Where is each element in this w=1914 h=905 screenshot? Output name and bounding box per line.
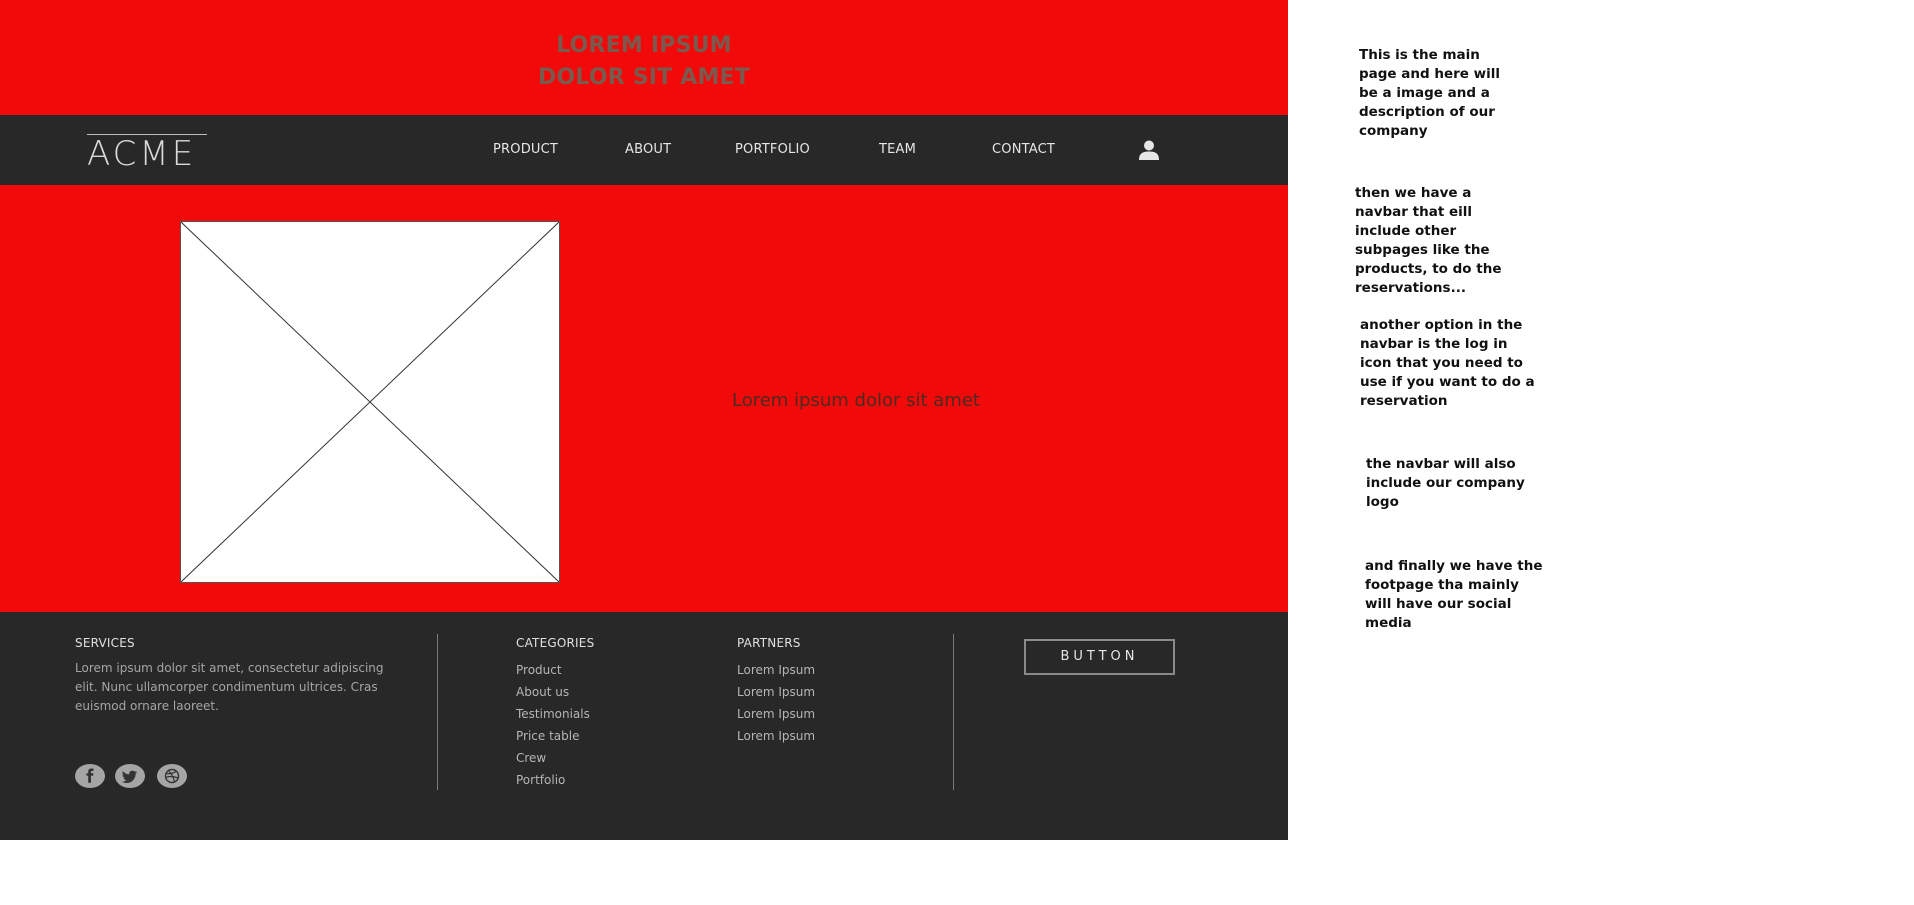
annotation-note-main-page: This is the main page and here will be a… xyxy=(1359,47,1501,139)
categories-heading: CATEGORIES xyxy=(516,636,595,650)
annotation-note-login: another option in the navbar is the log … xyxy=(1360,317,1535,409)
twitter-icon[interactable] xyxy=(115,764,145,788)
nav-item-product[interactable]: PRODUCT xyxy=(493,142,558,157)
user-icon[interactable] xyxy=(1138,139,1160,161)
category-link-portfolio[interactable]: Portfolio xyxy=(516,769,590,791)
annotation-note-logo: the navbar will also include our company… xyxy=(1366,456,1525,510)
annotation-note-footer: and finally we have the footpage tha mai… xyxy=(1365,558,1543,631)
footer-divider-left xyxy=(437,634,438,790)
partners-heading: PARTNERS xyxy=(737,636,801,650)
category-link-price-table[interactable]: Price table xyxy=(516,725,590,747)
nav-item-portfolio[interactable]: PORTFOLIO xyxy=(735,142,810,157)
services-heading: SERVICES xyxy=(75,636,135,650)
nav-item-contact[interactable]: CONTACT xyxy=(992,142,1055,157)
banner-title-line2: DOLOR SIT AMET xyxy=(538,65,750,90)
services-description: Lorem ipsum dolor sit amet, consectetur … xyxy=(75,661,384,713)
category-link-about-us[interactable]: About us xyxy=(516,681,590,703)
banner-title: LOREM IPSUM DOLOR SIT AMET xyxy=(444,30,844,94)
nav-item-team[interactable]: TEAM xyxy=(879,142,916,157)
categories-list: Product About us Testimonials Price tabl… xyxy=(516,659,590,791)
logo-text: ACME xyxy=(87,134,197,174)
category-link-crew[interactable]: Crew xyxy=(516,747,590,769)
partner-link[interactable]: Lorem Ipsum xyxy=(737,659,815,681)
category-link-testimonials[interactable]: Testimonials xyxy=(516,703,590,725)
banner-title-line1: LOREM IPSUM xyxy=(556,33,732,58)
top-banner: LOREM IPSUM DOLOR SIT AMET xyxy=(0,0,1288,115)
footer: SERVICES Lorem ipsum dolor sit amet, con… xyxy=(0,612,1288,840)
partner-link[interactable]: Lorem Ipsum xyxy=(737,703,815,725)
partners-list: Lorem Ipsum Lorem Ipsum Lorem Ipsum Lore… xyxy=(737,659,815,747)
partner-link[interactable]: Lorem Ipsum xyxy=(737,725,815,747)
nav-item-about[interactable]: ABOUT xyxy=(625,142,671,157)
annotation-note-navbar: then we have a navbar that eill include … xyxy=(1355,185,1502,296)
hero-description: Lorem ipsum dolor sit amet xyxy=(732,390,980,411)
footer-button[interactable]: BUTTON xyxy=(1024,639,1175,675)
dribbble-icon[interactable] xyxy=(157,764,187,788)
facebook-icon[interactable] xyxy=(75,764,105,788)
partner-link[interactable]: Lorem Ipsum xyxy=(737,681,815,703)
image-placeholder-icon xyxy=(180,221,560,583)
wireframe-page: LOREM IPSUM DOLOR SIT AMET ACME PRODUCT … xyxy=(0,0,1288,840)
company-logo[interactable]: ACME xyxy=(87,134,207,172)
navbar: ACME PRODUCT ABOUT PORTFOLIO TEAM CONTAC… xyxy=(0,115,1288,185)
category-link-product[interactable]: Product xyxy=(516,659,590,681)
footer-divider-right xyxy=(953,634,954,790)
hero-section: Lorem ipsum dolor sit amet xyxy=(0,185,1288,612)
